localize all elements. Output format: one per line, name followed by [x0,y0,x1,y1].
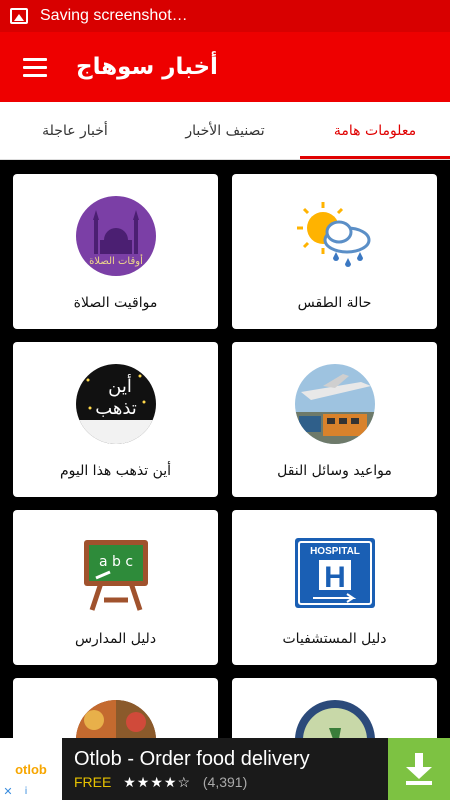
rating-stars-icon: ★★★★☆ [123,774,191,790]
ad-info-icon[interactable]: i [18,784,34,800]
grid-item-badge[interactable] [232,678,437,738]
grid-item-label: حالة الطقس [297,295,372,311]
school-board-icon: a b c [83,540,148,611]
where-text-1: أين [108,374,132,397]
board-text: a b c [98,554,132,570]
image-icon [10,8,28,24]
grid-item-prayer-times[interactable]: أوقات الصلاة مواقيت الصلاة [13,174,218,329]
mosque-text: أوقات الصلاة [89,254,143,267]
app-bar: أخبار سوهاج [0,32,450,102]
status-bar: Saving screenshot… [0,0,450,32]
grid-item-label: دليل المدارس [74,631,157,647]
weather-icon [296,202,370,267]
hospital-letter: H [324,561,346,594]
food-icon [75,700,156,738]
grid-item-label: مواعيد وسائل النقل [277,463,392,479]
grid-item-label: مواقيت الصلاة [73,295,158,311]
ad-price: FREE [74,774,112,790]
hospital-sign-text: HOSPITAL [310,546,360,557]
mosque-icon: أوقات الصلاة [75,196,156,276]
tab-important-info[interactable]: معلومات هامة [300,102,450,159]
grid-item-schools[interactable]: a b c دليل المدارس [13,510,218,665]
menu-button[interactable] [0,32,70,102]
badge-icon [294,700,375,738]
grid-item-transport[interactable]: مواعيد وسائل النقل [232,342,437,497]
grid-item-hospitals[interactable]: HOSPITAL H دليل المستشفيات [232,510,437,665]
info-grid: حالة الطقس أوقات الصلاة مواقيت الصلاة مو… [0,160,450,738]
download-button[interactable] [388,738,450,800]
ad-close-icon[interactable]: ✕ [0,784,16,800]
tab-breaking-news[interactable]: أخبار عاجلة [0,102,150,159]
tab-bar: أخبار عاجلة تصنيف الأخبار معلومات هامة [0,102,450,160]
grid-item-label: دليل المستشفيات [282,631,387,647]
tab-news-categories[interactable]: تصنيف الأخبار [150,102,300,159]
download-icon [406,753,432,785]
transport-icon [294,364,375,444]
app-title: أخبار سوهاج [76,54,218,80]
menu-icon [23,57,47,61]
grid-item-food[interactable] [13,678,218,738]
ad-banner[interactable]: otlob Otlob - Order food delivery FREE ★… [0,738,450,800]
grid-item-label: أين تذهب هذا اليوم [59,463,172,479]
hospital-icon: HOSPITAL H [294,538,375,608]
where-text-2: تذهب [95,398,137,419]
where-to-go-icon: أين تذهب [75,364,156,444]
status-text: Saving screenshot… [40,7,188,24]
ad-title: Otlob - Order food delivery [74,748,310,770]
grid-item-where-to-go[interactable]: أين تذهب أين تذهب هذا اليوم [13,342,218,497]
rating-count: (4,391) [202,774,248,790]
grid-item-weather[interactable]: حالة الطقس [232,174,437,329]
